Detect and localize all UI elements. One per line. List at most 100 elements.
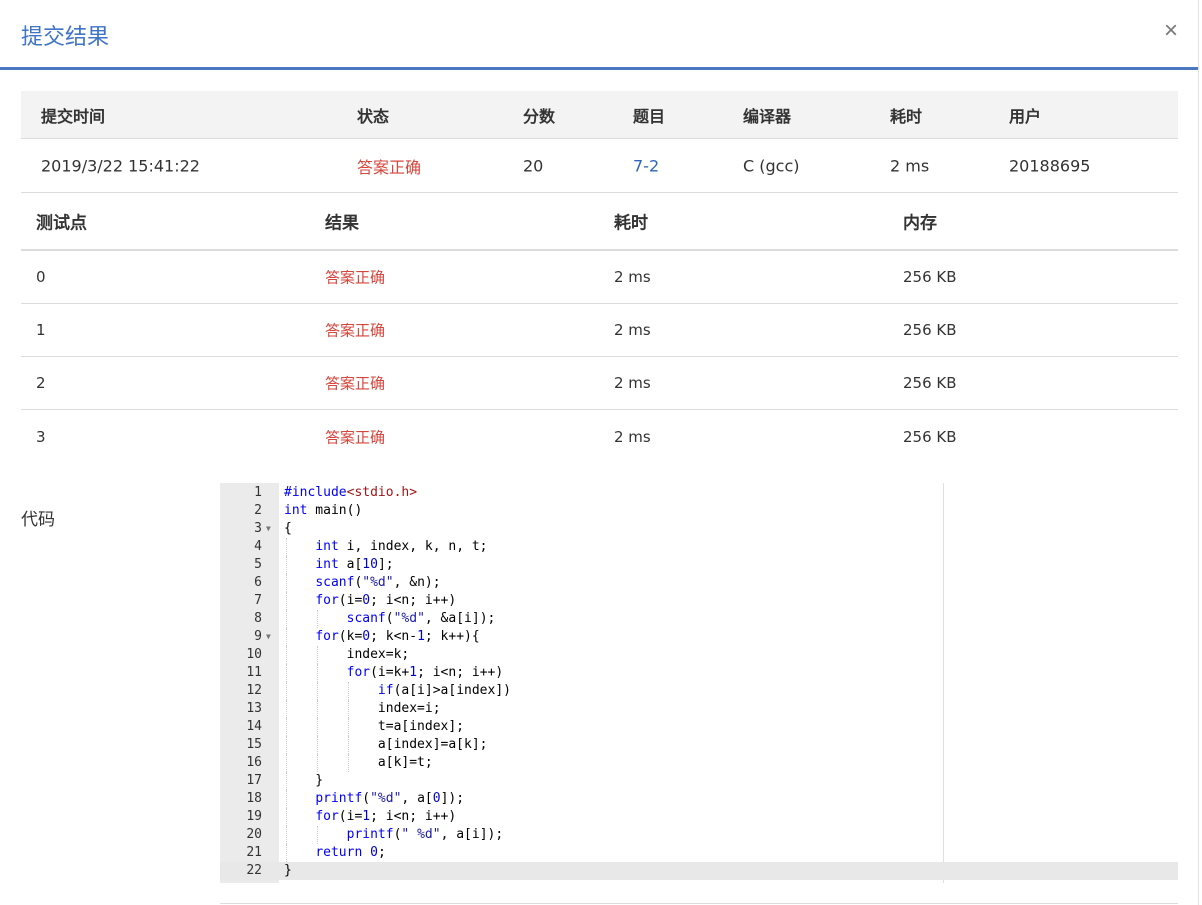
testcase-memory: 256 KB: [903, 374, 957, 392]
header-testcase: 测试点: [36, 213, 87, 234]
code-line[interactable]: 15 a[index]=a[k];: [220, 736, 1178, 754]
code-label: 代码: [21, 510, 55, 530]
code-text: return 0;: [315, 845, 386, 860]
code-text: printf("%d", a[0]);: [315, 791, 465, 806]
code-line[interactable]: 8 scanf("%d", &a[i]);: [220, 610, 1178, 628]
line-number: 20: [246, 827, 262, 842]
problem-link[interactable]: 7-2: [633, 156, 659, 175]
indent-guide: [286, 664, 287, 682]
indent-guide: [317, 736, 319, 754]
table-row: 1 答案正确 2 ms 256 KB: [21, 304, 1178, 357]
summary-row: 2019/3/22 15:41:22 答案正确 20 7-2 C (gcc) 2…: [21, 139, 1178, 193]
modal-title: 提交结果: [21, 25, 110, 50]
code-line[interactable]: 9 ▼ for(k=0; k<n-1; k++){: [220, 628, 1178, 646]
testcase-memory: 256 KB: [903, 268, 957, 286]
testcase-memory: 256 KB: [903, 427, 957, 446]
code-line[interactable]: 12 if(a[i]>a[index]): [220, 682, 1178, 700]
code-line[interactable]: 14 t=a[index];: [220, 718, 1178, 736]
indent-guide: [286, 790, 287, 808]
code-line[interactable]: 16 a[k]=t;: [220, 754, 1178, 772]
header-submit-time: 提交时间: [41, 106, 106, 126]
testcase-id: 3: [36, 427, 46, 446]
code-text: int a[10];: [315, 557, 394, 572]
indent-guide: [286, 700, 287, 718]
testcase-memory: 256 KB: [903, 321, 957, 339]
header-score: 分数: [523, 106, 556, 126]
line-number: 8: [254, 611, 262, 626]
testcase-time: 2 ms: [614, 374, 651, 392]
indent-guide: [317, 718, 319, 736]
indent-guide: [286, 574, 287, 592]
code-line[interactable]: 19 for(i=1; i<n; i++): [220, 808, 1178, 826]
testcase-table: 测试点 结果 耗时 内存 0 答案正确 2 ms 256 KB 1 答案正确 2…: [21, 193, 1178, 463]
header-compiler: 编译器: [743, 106, 792, 126]
testcase-result: 答案正确: [325, 428, 386, 446]
code-line[interactable]: 22}: [220, 862, 1178, 880]
code-text: {: [284, 521, 292, 536]
header-time: 耗时: [614, 213, 648, 234]
code-line[interactable]: 2 int main(): [220, 502, 1178, 520]
summary-table: 提交时间 状态 分数 题目 编译器 耗时 用户 2019/3/22 15:41:…: [21, 91, 1178, 193]
testcase-id: 2: [36, 374, 46, 392]
line-number: 9: [254, 629, 262, 644]
divider: [220, 903, 1178, 904]
testcase-result: 答案正确: [325, 268, 386, 287]
indent-guide: [286, 754, 287, 772]
code-text: #include<stdio.h>: [284, 485, 418, 500]
indent-guide: [348, 754, 350, 772]
line-number: 17: [246, 773, 262, 788]
header-duration: 耗时: [890, 106, 923, 126]
code-line[interactable]: 18 printf("%d", a[0]);: [220, 790, 1178, 808]
code-text: for(i=1; i<n; i++): [315, 809, 457, 824]
code-line[interactable]: 6 scanf("%d", &n);: [220, 574, 1178, 592]
line-number: 2: [254, 503, 262, 518]
code-line[interactable]: 4 int i, index, k, n, t;: [220, 538, 1178, 556]
code-line[interactable]: 7 for(i=0; i<n; i++): [220, 592, 1178, 610]
code-line[interactable]: 10 index=k;: [220, 646, 1178, 664]
testcase-id: 0: [36, 268, 46, 286]
line-number: 6: [254, 575, 262, 590]
code-line[interactable]: 5 int a[10];: [220, 556, 1178, 574]
code-line[interactable]: 1 #include<stdio.h>: [220, 484, 1178, 502]
indent-guide: [286, 718, 287, 736]
fold-arrow-icon[interactable]: ▼: [266, 520, 271, 538]
code-text: a[index]=a[k];: [284, 737, 488, 752]
line-number: 22: [246, 863, 262, 878]
indent-guide: [286, 556, 287, 574]
code-text: scanf("%d", &n);: [315, 575, 441, 590]
code-editor[interactable]: 1 #include<stdio.h> 2 int main() 3 ▼ {4 int i,…: [220, 483, 1178, 883]
line-number: 5: [254, 557, 262, 572]
code-text: index=k;: [284, 647, 410, 662]
code-text: index=i;: [284, 701, 441, 716]
fold-arrow-icon[interactable]: ▼: [266, 628, 271, 646]
indent-guide: [317, 610, 319, 628]
table-row: 0 答案正确 2 ms 256 KB: [21, 251, 1178, 304]
code-text: for(i=0; i<n; i++): [315, 593, 457, 608]
testcase-header-row: 测试点 结果 耗时 内存: [21, 193, 1178, 251]
code-text: a[k]=t;: [284, 755, 433, 770]
header-user: 用户: [1009, 106, 1042, 126]
indent-guide: [286, 682, 287, 700]
code-text: t=a[index];: [284, 719, 465, 734]
indent-guide: [286, 592, 287, 610]
testcase-time: 2 ms: [614, 427, 651, 446]
indent-guide: [286, 808, 287, 826]
header-status: 状态: [357, 106, 390, 126]
code-text: int main(): [284, 503, 363, 518]
line-number: 3: [254, 521, 262, 536]
code-line[interactable]: 11 for(i=k+1; i<n; i++): [220, 664, 1178, 682]
code-line[interactable]: 20 printf(" %d", a[i]);: [220, 826, 1178, 844]
code-line[interactable]: 21 return 0;: [220, 844, 1178, 862]
compiler-value: C (gcc): [743, 156, 800, 175]
code-line[interactable]: 3 ▼ {: [220, 520, 1178, 538]
indent-guide: [286, 772, 287, 790]
indent-guide: [286, 646, 287, 664]
code-line[interactable]: 17 }: [220, 772, 1178, 790]
code-text: int i, index, k, n, t;: [315, 539, 488, 554]
close-icon[interactable]: ×: [1164, 18, 1178, 44]
code-line[interactable]: 13 index=i;: [220, 700, 1178, 718]
indent-guide: [317, 754, 319, 772]
score-value: 20: [523, 156, 544, 175]
user-value: 20188695: [1009, 156, 1091, 175]
indent-guide: [286, 736, 287, 754]
